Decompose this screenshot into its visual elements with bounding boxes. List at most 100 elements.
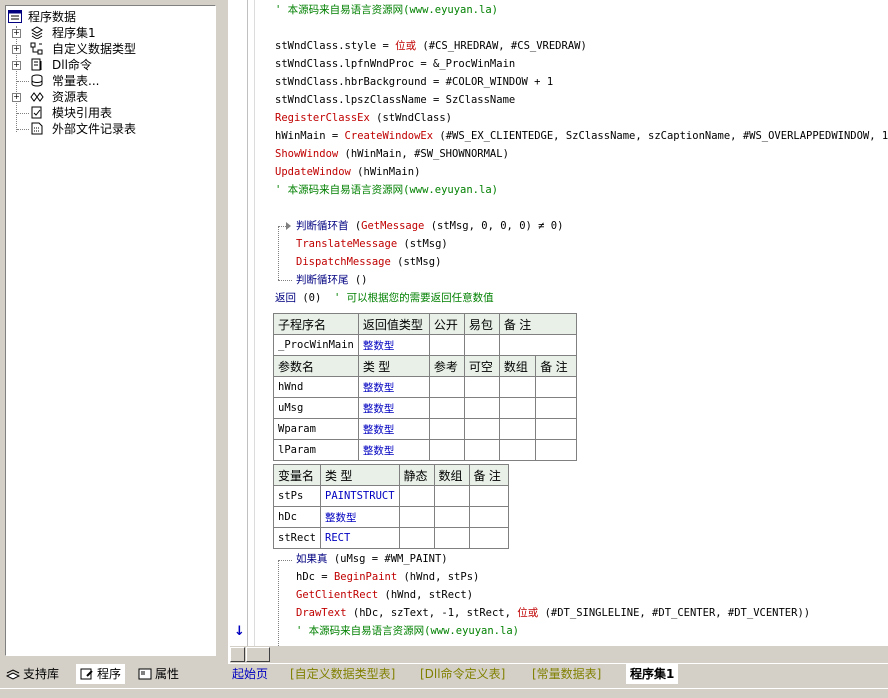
array-cell[interactable] [498, 376, 537, 398]
table-row[interactable]: hDc 整数型 [273, 506, 509, 528]
expand-toggle[interactable]: + [12, 93, 21, 102]
array-cell[interactable] [433, 506, 470, 528]
ref-cell[interactable] [428, 397, 465, 419]
subroutine-table[interactable]: 子程序名 返回值类型 公开 易包 备 注 _ProcWinMain 整数型 参数… [273, 313, 577, 461]
array-cell[interactable] [433, 527, 470, 549]
variable-type[interactable]: 整数型 [320, 506, 400, 528]
remark-cell[interactable] [498, 334, 577, 356]
remark-cell[interactable] [535, 376, 577, 398]
param-type[interactable]: 整数型 [357, 397, 430, 419]
table-row[interactable]: _ProcWinMain 整数型 [273, 334, 577, 356]
col-header: 类 型 [320, 464, 400, 486]
tab-custom-types[interactable]: [自定义数据类型表] [290, 664, 395, 684]
code-line-classname[interactable]: stWndClass.lpszClassName = SzClassName [275, 91, 515, 109]
return-type[interactable]: 整数型 [357, 334, 430, 356]
tree-item-dll[interactable]: + Dll命令 [6, 57, 206, 73]
array-cell[interactable] [498, 397, 537, 419]
param-name[interactable]: hWnd [273, 376, 359, 398]
public-cell[interactable] [428, 334, 465, 356]
code-line-beginpaint[interactable]: hDc = BeginPaint (hWnd, stPs) [296, 568, 479, 586]
code-line-wndproc[interactable]: stWndClass.lpfnWndProc = &_ProcWinMain [275, 55, 515, 73]
param-type[interactable]: 整数型 [357, 418, 430, 440]
array-cell[interactable] [498, 418, 537, 440]
tab-properties[interactable]: 属性 [138, 664, 179, 684]
table-row[interactable]: uMsg 整数型 [273, 397, 577, 419]
variable-name[interactable]: hDc [273, 506, 321, 528]
remark-cell[interactable] [535, 439, 577, 461]
tab-start-page[interactable]: 起始页 [232, 664, 268, 684]
tree-item-assembly[interactable]: + 程序集1 [6, 25, 206, 41]
gutter-divider [254, 0, 255, 646]
code-line-updatewindow[interactable]: UpdateWindow (hWinMain) [275, 163, 420, 181]
tree-item-external-files[interactable]: 外部文件记录表 [6, 121, 206, 137]
code-line-loop-start[interactable]: 判断循环首 (GetMessage (stMsg, 0, 0, 0) ≠ 0) [296, 217, 563, 235]
table-row[interactable]: stPs PAINTSTRUCT [273, 485, 509, 507]
code-line-style[interactable]: stWndClass.style = 位或 (#CS_HREDRAW, #CS_… [275, 37, 587, 55]
tab-support-library[interactable]: 支持库 [6, 664, 59, 684]
nullable-cell[interactable] [463, 397, 500, 419]
code-line-drawtext[interactable]: DrawText (hDc, szText, -1, stRect, 位或 (#… [296, 604, 810, 622]
expand-toggle[interactable]: + [12, 61, 21, 70]
remark-cell[interactable] [468, 485, 509, 507]
param-type[interactable]: 整数型 [357, 376, 430, 398]
datatype-icon [30, 42, 43, 55]
table-row[interactable]: Wparam 整数型 [273, 418, 577, 440]
code-line-loop-end[interactable]: 判断循环尾 () [296, 271, 367, 289]
tab-dll-commands[interactable]: [Dll命令定义表] [420, 664, 505, 684]
expand-toggle[interactable]: + [12, 29, 21, 38]
remark-cell[interactable] [468, 506, 509, 528]
horizontal-scrollbar[interactable] [230, 646, 888, 663]
tree-item-resources[interactable]: + 资源表 [6, 89, 206, 105]
tab-assembly1[interactable]: 程序集1 [626, 664, 679, 684]
tab-constants[interactable]: [常量数据表] [532, 664, 601, 684]
code-line-return[interactable]: 返回 (0) ' 可以根据您的需要返回任意数值 [275, 289, 494, 307]
nullable-cell[interactable] [463, 418, 500, 440]
variable-type[interactable]: RECT [320, 527, 400, 549]
code-editor[interactable]: ' 本源码来自易语言资源网(www.eyuyan.la) stWndClass.… [230, 0, 888, 664]
tree-item-datatype[interactable]: + 自定义数据类型 [6, 41, 206, 57]
subroutine-name[interactable]: _ProcWinMain [273, 334, 359, 356]
tab-program[interactable]: 程序 [76, 664, 126, 684]
code-line-showwindow[interactable]: ShowWindow (hWinMain, #SW_SHOWNORMAL) [275, 145, 509, 163]
variable-name[interactable]: stRect [273, 527, 321, 549]
code-line-translate[interactable]: TranslateMessage (stMsg) [296, 235, 448, 253]
project-tree[interactable]: 程序数据 + 程序集1 + 自定义数据类型 + Dll命令 常量表... + 资… [5, 5, 216, 656]
variable-table[interactable]: 变量名 类 型 静态 数组 备 注 stPs PAINTSTRUCT hDc 整… [273, 464, 509, 549]
table-row[interactable]: stRect RECT [273, 527, 509, 549]
static-cell[interactable] [398, 506, 435, 528]
tree-item-constants[interactable]: 常量表... [6, 73, 206, 89]
param-type[interactable]: 整数型 [357, 439, 430, 461]
variable-type[interactable]: PAINTSTRUCT [320, 485, 400, 507]
assembly-icon [31, 26, 43, 39]
easypack-cell[interactable] [463, 334, 500, 356]
ref-cell[interactable] [428, 418, 465, 440]
code-line-background[interactable]: stWndClass.hbrBackground = #COLOR_WINDOW… [275, 73, 553, 91]
nullable-cell[interactable] [463, 376, 500, 398]
param-name[interactable]: Wparam [273, 418, 359, 440]
param-name[interactable]: lParam [273, 439, 359, 461]
tree-item-modules[interactable]: 模块引用表 [6, 105, 206, 121]
remark-cell[interactable] [535, 397, 577, 419]
static-cell[interactable] [398, 527, 435, 549]
code-line-register[interactable]: RegisterClassEx (stWndClass) [275, 109, 452, 127]
ref-cell[interactable] [428, 376, 465, 398]
scroll-thumb[interactable] [246, 647, 270, 662]
code-line-createwindow[interactable]: hWinMain = CreateWindowEx (#WS_EX_CLIENT… [275, 127, 888, 145]
array-cell[interactable] [433, 485, 470, 507]
code-line-if[interactable]: 如果真 (uMsg = #WM_PAINT) [296, 550, 448, 568]
param-name[interactable]: uMsg [273, 397, 359, 419]
ref-cell[interactable] [428, 439, 465, 461]
table-row[interactable]: lParam 整数型 [273, 439, 577, 461]
expand-toggle[interactable]: + [12, 45, 21, 54]
variable-name[interactable]: stPs [273, 485, 321, 507]
table-row[interactable]: hWnd 整数型 [273, 376, 577, 398]
splitter[interactable] [217, 5, 227, 656]
static-cell[interactable] [398, 485, 435, 507]
remark-cell[interactable] [535, 418, 577, 440]
remark-cell[interactable] [468, 527, 509, 549]
code-line-dispatch[interactable]: DispatchMessage (stMsg) [296, 253, 441, 271]
array-cell[interactable] [498, 439, 537, 461]
code-line-getclientrect[interactable]: GetClientRect (hWnd, stRect) [296, 586, 473, 604]
nullable-cell[interactable] [463, 439, 500, 461]
scroll-left-button[interactable] [230, 647, 245, 662]
